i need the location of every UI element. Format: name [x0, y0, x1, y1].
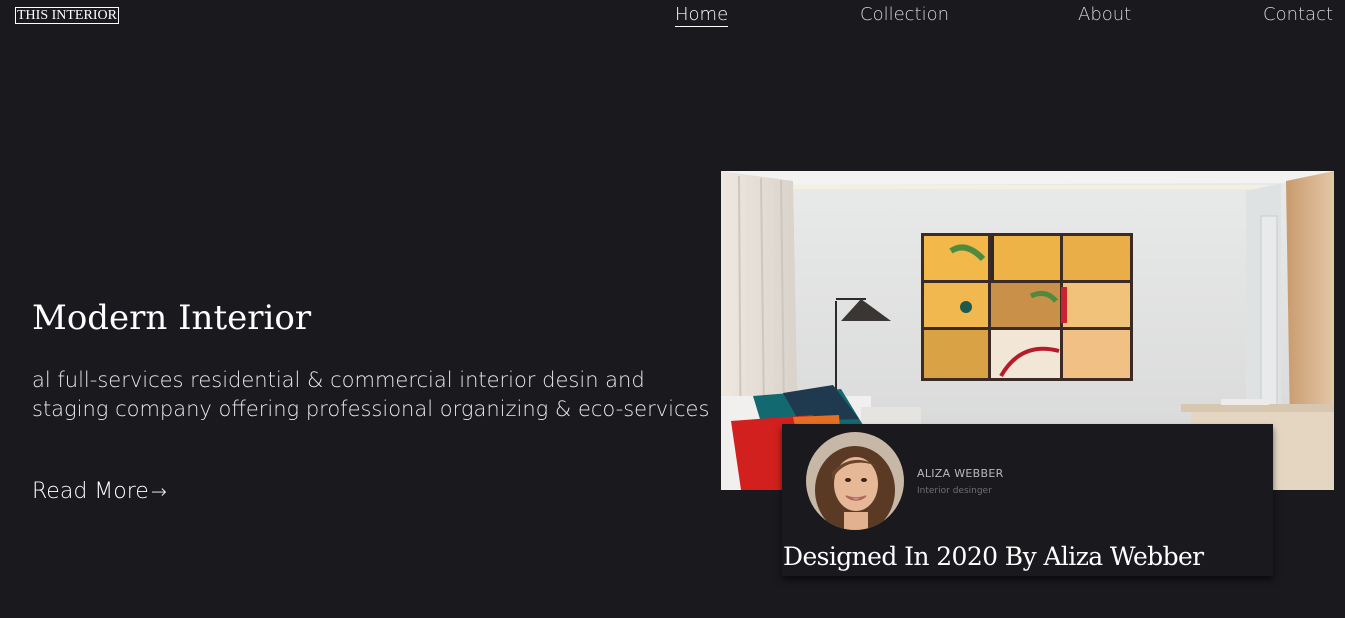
designer-card: ALIZA WEBBER Interior desinger Designed … [782, 424, 1273, 576]
nav-about[interactable]: About [1078, 4, 1131, 26]
site-logo[interactable]: THIS INTERIOR [15, 7, 119, 24]
nav-home[interactable]: Home [675, 4, 729, 27]
designer-avatar [806, 432, 904, 530]
arrow-right-icon: → [150, 481, 167, 503]
nav-contact[interactable]: Contact [1263, 4, 1333, 26]
hero-title: Modern Interior [32, 298, 312, 338]
card-caption: Designed In 2020 By Aliza Webber [783, 542, 1204, 571]
designer-name: ALIZA WEBBER [917, 467, 1004, 480]
designer-role: Interior desinger [917, 486, 992, 496]
read-more-link[interactable]: Read More → [32, 477, 167, 507]
read-more-label: Read More [32, 479, 149, 504]
nav-collection[interactable]: Collection [860, 4, 949, 26]
hero-description: al full-services residential & commercia… [32, 368, 710, 421]
